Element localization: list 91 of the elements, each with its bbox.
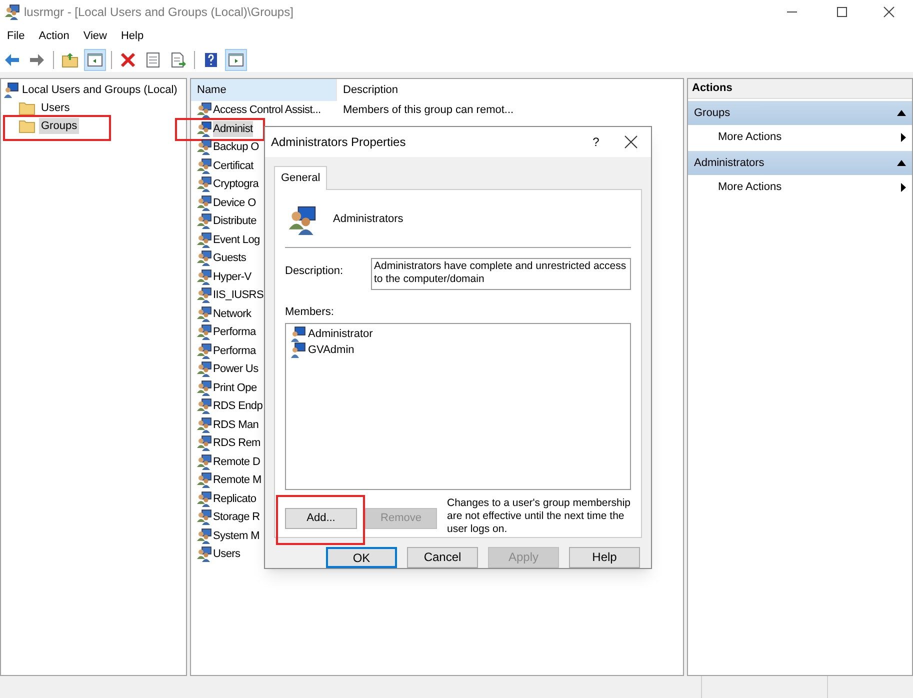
submenu-arrow-icon [901, 132, 906, 142]
collapse-arrow-icon[interactable] [897, 110, 906, 116]
group-icon [196, 416, 212, 433]
group-name[interactable]: Device O [213, 194, 256, 211]
membership-note: Changes to a user's group membership are not effective until the next time the user logs on. [447, 497, 631, 536]
user-icon [290, 326, 306, 342]
group-name: Administrators [333, 212, 404, 228]
group-icon [4, 4, 20, 20]
help-button[interactable]: Help [569, 546, 640, 568]
group-icon [196, 361, 212, 378]
help-button[interactable]: ? [581, 133, 611, 151]
actions-section-header[interactable]: Groups [688, 101, 912, 125]
group-icon [196, 232, 212, 248]
group-icon [196, 306, 212, 322]
group-icon [196, 120, 212, 137]
group-name[interactable]: Remote D [213, 454, 260, 470]
group-icon [196, 213, 212, 230]
group-name[interactable]: Guests [213, 250, 246, 266]
group-name[interactable]: Storage R [213, 509, 260, 526]
group-name[interactable]: Performa [213, 342, 256, 359]
group-name[interactable]: RDS Endp [213, 398, 263, 414]
tree-item[interactable]: Users [39, 100, 72, 116]
column-header[interactable]: Name [191, 79, 336, 101]
group-name[interactable]: Distribute [213, 213, 256, 230]
ok-button[interactable]: OK [326, 546, 397, 568]
group-icon [196, 398, 212, 414]
tree-item[interactable]: Local Users and Groups (Local) [22, 82, 178, 98]
actions-header: Actions [688, 79, 912, 99]
group-icon [196, 509, 212, 526]
group-icon [196, 528, 212, 544]
group-icon [287, 204, 317, 234]
group-icon [196, 454, 212, 470]
group-icon [196, 194, 212, 211]
group-name[interactable]: Event Log [213, 232, 260, 248]
user-icon [290, 342, 306, 358]
group-icon [196, 139, 212, 156]
tab[interactable]: General [274, 166, 328, 190]
member-item[interactable]: GVAdmin [308, 342, 354, 358]
collapse-arrow-icon[interactable] [897, 160, 906, 166]
menu-item[interactable]: View [77, 28, 113, 44]
group-icon [196, 287, 212, 304]
tree-item[interactable]: Groups [39, 118, 80, 134]
group-icon [196, 102, 212, 118]
group-name[interactable]: Certificat [213, 158, 254, 174]
group-name[interactable]: Replicato [213, 490, 256, 507]
group-name[interactable]: IIS_IUSRS [213, 287, 264, 304]
user-icon [3, 82, 19, 98]
group-icon [196, 435, 212, 452]
group-name[interactable]: System M [213, 528, 260, 544]
group-name[interactable]: Access Control Assist... [213, 102, 321, 118]
group-description: Members of this group can remot... [342, 103, 514, 118]
group-name[interactable]: Remote M [213, 472, 262, 488]
add-button[interactable]: Add... [285, 508, 357, 529]
group-icon [196, 490, 212, 507]
menu-item[interactable]: File [1, 28, 31, 44]
group-icon [196, 324, 212, 340]
group-name[interactable]: Backup O [213, 139, 259, 156]
members-label: Members: [285, 304, 335, 320]
group-icon [196, 342, 212, 359]
group-name[interactable]: Performa [213, 324, 256, 340]
description-label: Description: [285, 264, 344, 278]
group-icon [196, 268, 212, 285]
folder-icon [19, 119, 35, 133]
window-title: lusrmgr - [Local Users and Groups (Local)\Groups] [24, 4, 294, 21]
menu-item[interactable]: Help [114, 28, 150, 44]
menu-item[interactable]: Action [32, 28, 76, 44]
group-name[interactable]: Cryptogra [213, 176, 259, 192]
group-icon [196, 250, 212, 266]
actions-section-header[interactable]: Administrators [688, 151, 912, 175]
group-icon [196, 472, 212, 488]
group-icon [196, 176, 212, 192]
group-icon [196, 158, 212, 174]
folder-icon [19, 101, 35, 115]
action-item[interactable]: More Actions [718, 178, 782, 196]
group-name[interactable]: Users [213, 546, 240, 562]
group-name[interactable]: RDS Man [213, 416, 259, 433]
group-name[interactable]: RDS Rem [213, 435, 260, 452]
dialog-title: Administrators Properties [271, 134, 407, 151]
description-field[interactable]: Administrators have complete and unrestricted access to the computer/domain [371, 258, 631, 290]
group-name[interactable]: Power Us [213, 361, 258, 378]
cancel-button[interactable]: Cancel [407, 546, 478, 568]
column-header[interactable]: Description [336, 79, 531, 101]
submenu-arrow-icon [901, 182, 906, 192]
group-name[interactable]: Print Ope [213, 380, 257, 396]
group-name[interactable]: Hyper-V [213, 268, 252, 285]
member-item[interactable]: Administrator [308, 326, 373, 342]
action-item[interactable]: More Actions [718, 128, 782, 146]
group-name[interactable]: Administ [213, 120, 253, 137]
group-icon [196, 546, 212, 562]
group-name[interactable]: Network [213, 306, 252, 322]
group-icon [196, 380, 212, 396]
